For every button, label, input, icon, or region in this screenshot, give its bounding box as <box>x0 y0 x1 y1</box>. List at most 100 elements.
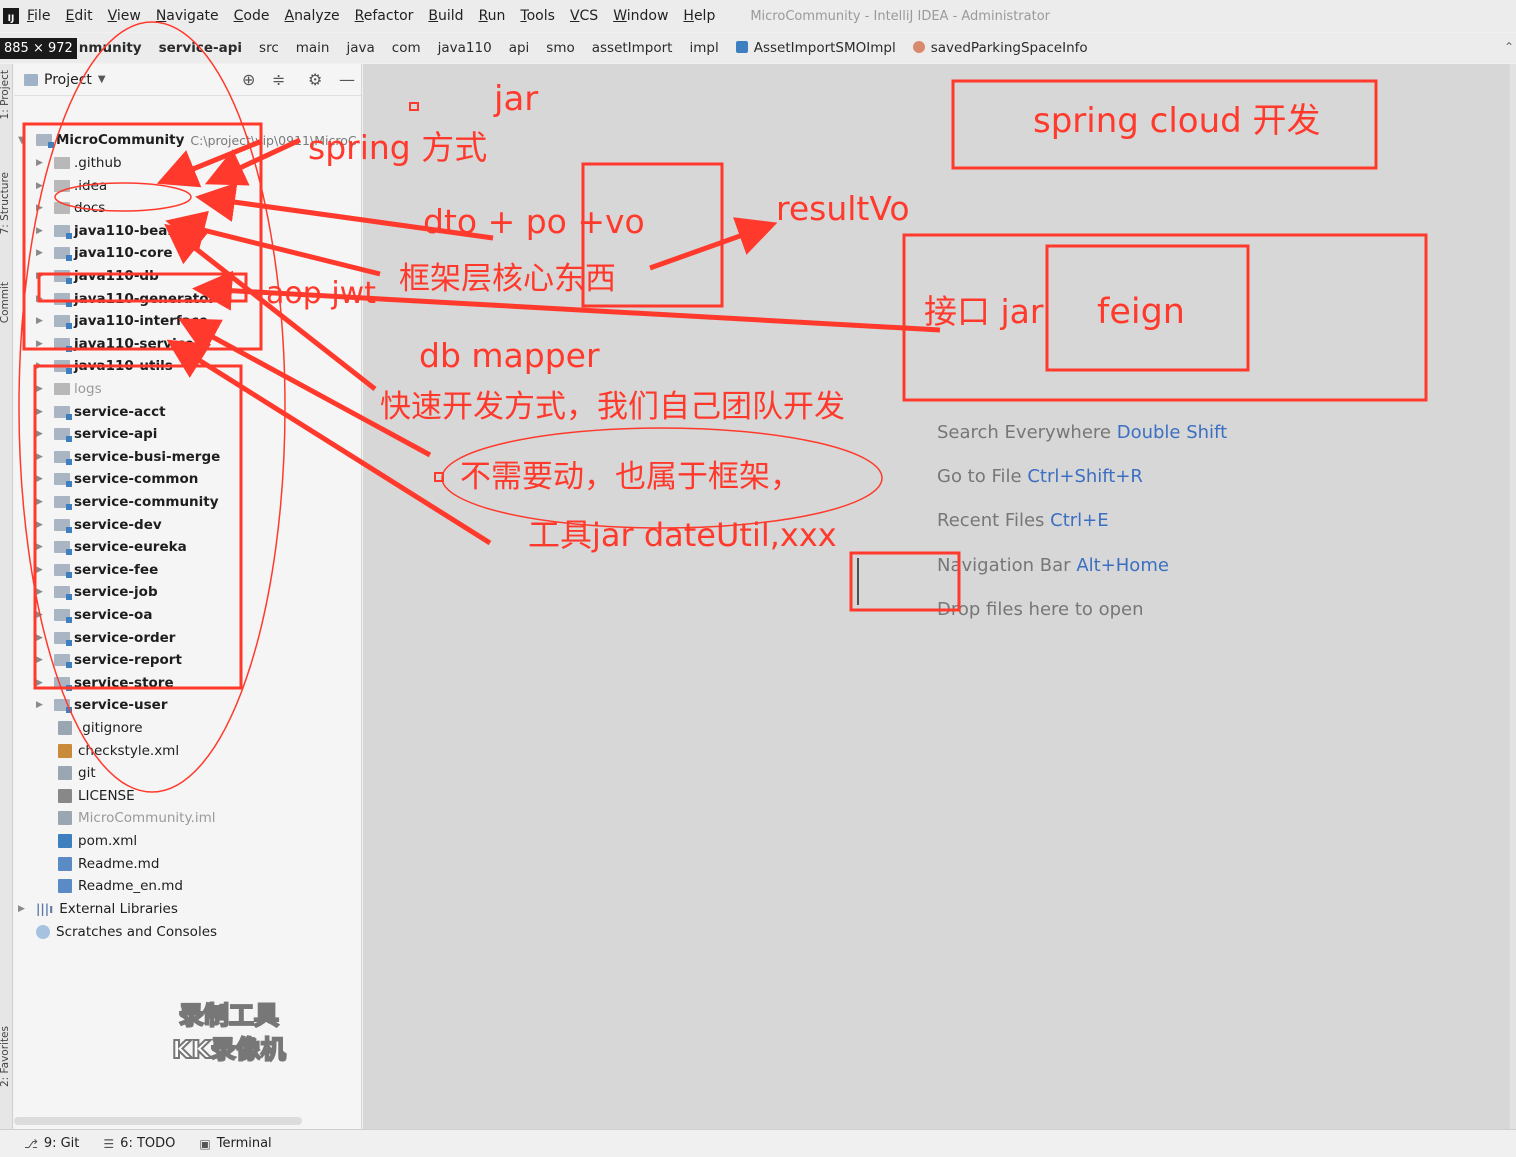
tool-tab-git[interactable]: ⎇ 9: Git <box>24 1136 79 1151</box>
breadcrumb-item[interactable]: java110 <box>438 40 492 56</box>
menu-build[interactable]: Build <box>428 8 463 24</box>
breadcrumb-item[interactable]: api <box>509 40 530 56</box>
expand-arrow-icon[interactable]: ▶ <box>36 474 46 484</box>
tree-folder-item[interactable]: ▶ java110-db <box>36 265 159 287</box>
gear-icon[interactable]: ⚙ <box>308 70 322 89</box>
expand-arrow-icon[interactable]: ▶ <box>36 565 46 575</box>
tree-external-libraries[interactable]: ▶ |||ı External Libraries <box>18 898 178 920</box>
tree-file-item[interactable]: pom.xml <box>58 830 137 852</box>
tree-folder-item[interactable]: ▶ service-store <box>36 672 174 694</box>
expand-arrow-icon[interactable]: ▶ <box>36 181 46 191</box>
tree-folder-item[interactable]: ▶ java110-generator <box>36 288 215 310</box>
menu-help[interactable]: Help <box>683 8 715 24</box>
expand-arrow-icon[interactable]: ▶ <box>36 226 46 236</box>
breadcrumb-item[interactable]: impl <box>689 40 718 56</box>
tree-folder-item[interactable]: ▶ .idea <box>36 175 107 197</box>
expand-arrow-icon[interactable]: ▶ <box>36 633 46 643</box>
tree-scratches[interactable]: Scratches and Consoles <box>36 921 217 943</box>
expand-arrow-icon[interactable]: ▶ <box>36 700 46 710</box>
tree-folder-item[interactable]: ▶ service-community <box>36 491 219 513</box>
commit-tool-tab[interactable]: Commit <box>0 282 11 323</box>
menu-navigate[interactable]: Navigate <box>156 8 219 24</box>
tree-folder-item[interactable]: ▶ service-acct <box>36 401 166 423</box>
expand-arrow-icon[interactable]: ▼ <box>18 135 28 146</box>
breadcrumb-item[interactable]: java <box>346 40 374 56</box>
menu-tools[interactable]: Tools <box>520 8 555 24</box>
breadcrumb-item[interactable]: nmunity <box>79 40 142 56</box>
project-tool-tab[interactable]: 1: Project <box>0 70 11 119</box>
tree-file-item[interactable]: Readme.md <box>58 853 159 875</box>
tree-folder-item[interactable]: ▶ service-user <box>36 694 168 716</box>
tool-tab-terminal[interactable]: ▣ Terminal <box>199 1136 271 1151</box>
expand-arrow-icon[interactable]: ▶ <box>36 407 46 417</box>
tree-folder-item[interactable]: ▶ java110-bean <box>36 220 177 242</box>
expand-arrow-icon[interactable]: ▶ <box>36 271 46 281</box>
menu-file[interactable]: File <box>27 8 50 24</box>
horizontal-scrollbar[interactable] <box>14 1117 302 1125</box>
tree-folder-item[interactable]: ▶ java110-core <box>36 242 173 264</box>
tree-folder-item[interactable]: ▶ docs <box>36 197 105 219</box>
expand-arrow-icon[interactable]: ▶ <box>36 520 46 530</box>
expand-arrow-icon[interactable]: ▶ <box>36 158 46 168</box>
breadcrumb-item[interactable]: assetImport <box>592 40 673 56</box>
tree-folder-item[interactable]: ▶ service-api <box>36 423 157 445</box>
expand-arrow-icon[interactable]: ▶ <box>36 384 46 394</box>
tree-folder-item[interactable]: ▶ service-fee <box>36 559 158 581</box>
menu-run[interactable]: Run <box>479 8 506 24</box>
expand-arrow-icon[interactable]: ▶ <box>36 429 46 439</box>
menu-refactor[interactable]: Refactor <box>355 8 414 24</box>
tree-folder-item[interactable]: ▶ service-common <box>36 468 198 490</box>
breadcrumb-item[interactable]: src <box>259 40 279 56</box>
favorites-tool-tab[interactable]: 2: Favorites <box>0 1026 11 1087</box>
hide-panel-icon[interactable]: — <box>339 70 355 89</box>
breadcrumb-item[interactable]: com <box>392 40 421 56</box>
menu-edit[interactable]: Edit <box>65 8 92 24</box>
project-view-selector[interactable]: Project <box>44 72 92 88</box>
breadcrumb-item[interactable]: AssetImportSMOImpl <box>735 40 896 56</box>
expand-arrow-icon[interactable]: ▶ <box>36 248 46 258</box>
expand-arrow-icon[interactable]: ▶ <box>36 316 46 326</box>
tree-folder-item[interactable]: ▶ service-eureka <box>36 536 187 558</box>
breadcrumb-item[interactable]: main <box>296 40 330 56</box>
breadcrumb-item[interactable]: savedParkingSpaceInfo <box>912 40 1088 56</box>
chevron-down-icon[interactable]: ▼ <box>98 74 106 85</box>
expand-arrow-icon[interactable]: ▶ <box>36 497 46 507</box>
expand-arrow-icon[interactable]: ▶ <box>36 294 46 304</box>
menu-code[interactable]: Code <box>234 8 270 24</box>
collapse-all-icon[interactable]: ≑ <box>272 70 285 89</box>
expand-arrow-icon[interactable]: ▶ <box>36 678 46 688</box>
expand-arrow-icon[interactable]: ▶ <box>36 203 46 213</box>
tree-folder-item[interactable]: ▶ logs <box>36 378 102 400</box>
breadcrumb-item[interactable]: smo <box>546 40 574 56</box>
tree-folder-item[interactable]: ▶ service-order <box>36 627 175 649</box>
menu-vcs[interactable]: VCS <box>570 8 598 24</box>
expand-arrow-icon[interactable]: ▶ <box>36 339 46 349</box>
tree-folder-item[interactable]: ▶ service-oa <box>36 604 152 626</box>
structure-tool-tab[interactable]: 7: Structure <box>0 172 11 234</box>
locate-target-icon[interactable]: ⊕ <box>242 70 255 89</box>
tree-file-item[interactable]: LICENSE <box>58 785 135 807</box>
tree-folder-item[interactable]: ▶ java110-service <box>36 333 194 355</box>
tree-file-item[interactable]: checkstyle.xml <box>58 740 179 762</box>
expand-arrow-icon[interactable]: ▶ <box>36 361 46 371</box>
collapse-arrow-icon[interactable]: ⌃ <box>1504 40 1514 54</box>
breadcrumb-item[interactable]: service-api <box>159 40 242 56</box>
tree-folder-item[interactable]: ▶ service-busi-merge <box>36 446 220 468</box>
tool-tab-todo[interactable]: ☰ 6: TODO <box>103 1136 175 1151</box>
expand-arrow-icon[interactable]: ▶ <box>36 542 46 552</box>
tree-folder-item[interactable]: ▶ .github <box>36 152 122 174</box>
expand-arrow-icon[interactable]: ▶ <box>36 452 46 462</box>
tree-file-item[interactable]: git <box>58 762 96 784</box>
expand-arrow-icon[interactable]: ▶ <box>36 655 46 665</box>
tree-file-item[interactable]: MicroCommunity.iml <box>58 807 216 829</box>
tree-folder-item[interactable]: ▶ service-report <box>36 649 182 671</box>
tree-root-microcommunity[interactable]: ▼ MicroCommunity C:\project\vip\0911\Mic… <box>18 129 357 151</box>
tree-folder-item[interactable]: ▶ java110-interface <box>36 310 208 332</box>
menu-window[interactable]: Window <box>613 8 668 24</box>
expand-arrow-icon[interactable]: ▶ <box>36 587 46 597</box>
expand-arrow-icon[interactable]: ▶ <box>18 904 28 914</box>
menu-analyze[interactable]: Analyze <box>284 8 339 24</box>
tree-folder-item[interactable]: ▶ service-job <box>36 581 158 603</box>
tree-file-item[interactable]: .gitignore <box>58 717 143 739</box>
tree-folder-item[interactable]: ▶ java110-utils <box>36 355 173 377</box>
